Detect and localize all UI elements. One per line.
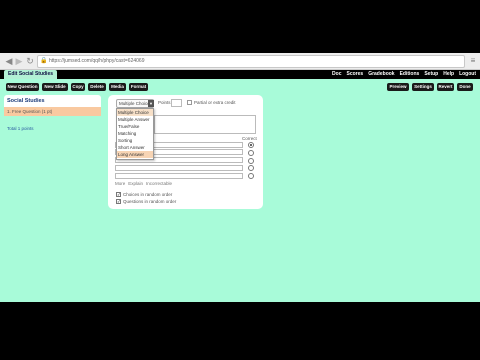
- letterbox-bottom: [0, 302, 480, 360]
- more-link[interactable]: More: [115, 181, 125, 186]
- incorrectable-link[interactable]: Incorrectable: [146, 181, 172, 186]
- correct-label: Correct: [242, 136, 257, 141]
- list-item[interactable]: 1. Free Question (1 pt): [4, 107, 101, 116]
- settings-button[interactable]: Settings: [412, 83, 434, 91]
- revert-button[interactable]: Revert: [437, 83, 454, 91]
- media-button[interactable]: Media: [109, 83, 126, 91]
- question-list: Social Studies 1. Free Question (1 pt) T…: [4, 95, 101, 135]
- correct-radio[interactable]: [248, 150, 254, 156]
- explain-link[interactable]: Explain: [128, 181, 143, 186]
- preview-button[interactable]: Preview: [387, 83, 409, 91]
- correct-radio[interactable]: [248, 165, 254, 171]
- chevron-down-icon[interactable]: ▼: [148, 100, 154, 107]
- nav-scores[interactable]: Scores: [347, 70, 364, 79]
- app-tab-title: Edit Social Studies: [4, 70, 58, 79]
- reload-icon[interactable]: ↻: [25, 55, 35, 67]
- nav-gradebook[interactable]: Gradebook: [368, 70, 394, 79]
- points-label: Points: [158, 100, 171, 105]
- random-questions-checkbox[interactable]: ✓: [116, 199, 121, 204]
- new-slide-button[interactable]: New Slide: [42, 83, 68, 91]
- answer-field[interactable]: [115, 165, 243, 171]
- partial-credit-checkbox[interactable]: [187, 100, 192, 105]
- back-icon[interactable]: ◀: [4, 55, 14, 67]
- random-questions-label: Questions in random order: [123, 199, 177, 204]
- random-choices-label: Choices in random order: [123, 192, 173, 197]
- done-button[interactable]: Done: [457, 83, 473, 91]
- menu-icon[interactable]: ≡: [468, 55, 478, 67]
- correct-radio[interactable]: [248, 158, 254, 164]
- top-nav: Doc Scores Gradebook Editions Setup Help…: [332, 70, 476, 79]
- delete-button[interactable]: Delete: [88, 83, 106, 91]
- option-short-answer[interactable]: Short Answer: [117, 144, 153, 151]
- partial-credit-label: Partial or extra credit: [194, 100, 236, 105]
- nav-doc[interactable]: Doc: [332, 70, 341, 79]
- option-multiple-choice[interactable]: Multiple Choice: [117, 109, 153, 116]
- nav-logout[interactable]: Logout: [459, 70, 476, 79]
- option-multiple-answer[interactable]: Multiple Answer: [117, 116, 153, 123]
- quiz-title: Social Studies: [4, 95, 101, 107]
- option-matching[interactable]: Matching: [117, 130, 153, 137]
- correct-radio[interactable]: [248, 173, 254, 179]
- forward-icon[interactable]: ▶: [14, 55, 24, 67]
- lock-icon: 🔒: [40, 58, 48, 64]
- points-input[interactable]: [171, 99, 182, 107]
- answer-links: More Explain Incorrectable: [115, 181, 172, 186]
- nav-setup[interactable]: Setup: [424, 70, 438, 79]
- question-text-area[interactable]: [154, 115, 256, 134]
- random-choices-checkbox[interactable]: ✓: [116, 192, 121, 197]
- nav-help[interactable]: Help: [443, 70, 454, 79]
- new-question-button[interactable]: New Question: [6, 83, 39, 91]
- answer-field[interactable]: [115, 173, 243, 179]
- question-type-dropdown: Multiple Choice Multiple Answer True/Fal…: [116, 108, 154, 160]
- nav-editions[interactable]: Editions: [400, 70, 420, 79]
- browser-toolbar: ◀ ▶ ↻ https://jumsed.com/qq/h/phpy/cast=…: [0, 53, 480, 70]
- option-true-false[interactable]: True/False: [117, 123, 153, 130]
- copy-button[interactable]: Copy: [71, 83, 85, 91]
- address-bar[interactable]: https://jumsed.com/qq/h/phpy/cast=624069: [37, 55, 465, 68]
- option-sorting[interactable]: Sorting: [117, 137, 153, 144]
- format-button[interactable]: Format: [129, 83, 148, 91]
- total-points: Total 1 points: [7, 126, 34, 131]
- option-long-answer[interactable]: Long Answer: [117, 151, 153, 158]
- correct-radio[interactable]: [248, 142, 254, 148]
